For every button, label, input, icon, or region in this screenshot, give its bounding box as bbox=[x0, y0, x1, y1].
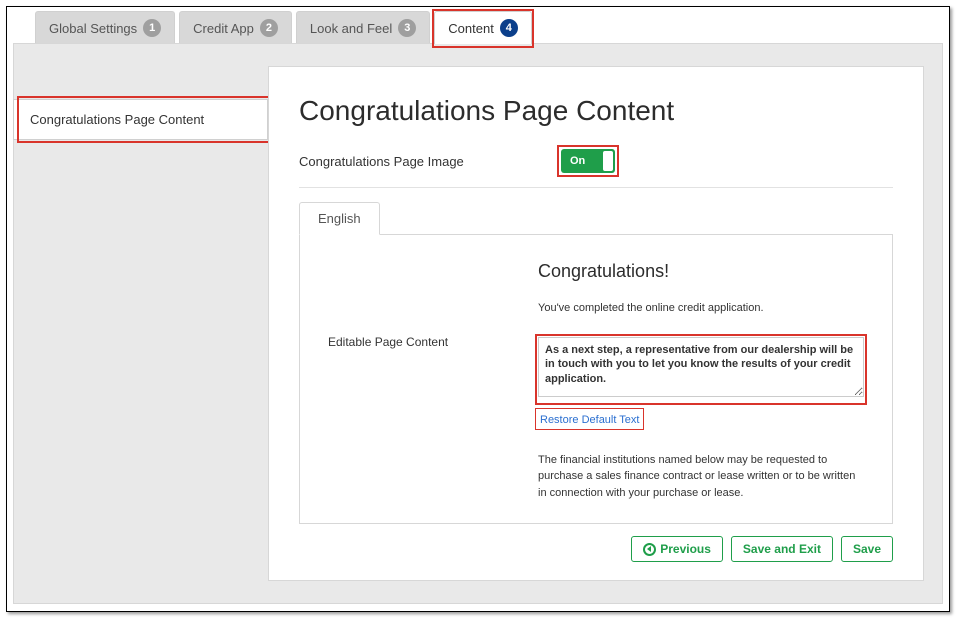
page-title: Congratulations Page Content bbox=[299, 95, 893, 127]
tab-look-and-feel[interactable]: Look and Feel 3 bbox=[296, 11, 430, 44]
preview-heading: Congratulations! bbox=[538, 261, 864, 282]
content-panel: Congratulations Page Content Congratulat… bbox=[268, 66, 924, 581]
tab-label: Content bbox=[448, 21, 494, 36]
toggle-state-label: On bbox=[570, 155, 585, 167]
app-frame: Global Settings 1 Credit App 2 Look and … bbox=[6, 6, 950, 612]
button-label: Save and Exit bbox=[743, 542, 821, 556]
tab-label: Look and Feel bbox=[310, 21, 392, 36]
tab-label: Credit App bbox=[193, 21, 254, 36]
arrow-left-circle-icon bbox=[643, 543, 656, 556]
preview-intro: You've completed the online credit appli… bbox=[538, 300, 864, 317]
action-bar: Previous Save and Exit Save bbox=[299, 536, 893, 562]
button-label: Previous bbox=[660, 542, 711, 556]
field-label: Editable Page Content bbox=[328, 261, 538, 501]
button-label: Save bbox=[853, 542, 881, 556]
divider bbox=[299, 187, 893, 188]
step-badge: 3 bbox=[398, 19, 416, 37]
setting-label: Congratulations Page Image bbox=[299, 154, 561, 169]
previous-button[interactable]: Previous bbox=[631, 536, 723, 562]
preview-footer: The financial institutions named below m… bbox=[538, 452, 864, 502]
save-and-exit-button[interactable]: Save and Exit bbox=[731, 536, 833, 562]
step-badge: 1 bbox=[143, 19, 161, 37]
setting-row-image-toggle: Congratulations Page Image On bbox=[299, 149, 893, 173]
toggle-congratulations-image[interactable]: On bbox=[561, 149, 615, 173]
tab-label: English bbox=[318, 211, 361, 226]
tab-content[interactable]: Content 4 bbox=[434, 11, 532, 44]
save-button[interactable]: Save bbox=[841, 536, 893, 562]
toggle-knob bbox=[603, 151, 613, 171]
tab-global-settings[interactable]: Global Settings 1 bbox=[35, 11, 175, 44]
wizard-tabs: Global Settings 1 Credit App 2 Look and … bbox=[7, 7, 949, 44]
tab-credit-app[interactable]: Credit App 2 bbox=[179, 11, 292, 44]
main-area: Congratulations Page Content Congratulat… bbox=[13, 43, 943, 604]
tab-label: Global Settings bbox=[49, 21, 137, 36]
restore-default-text-link[interactable]: Restore Default Text bbox=[538, 413, 641, 427]
language-tabs: English bbox=[299, 202, 893, 235]
step-badge: 2 bbox=[260, 19, 278, 37]
sidebar: Congratulations Page Content bbox=[14, 44, 268, 603]
editable-content-textarea[interactable] bbox=[538, 337, 864, 397]
sidebar-item-congratulations[interactable]: Congratulations Page Content bbox=[13, 99, 268, 140]
language-panel: Editable Page Content Congratulations! Y… bbox=[299, 234, 893, 524]
tab-english[interactable]: English bbox=[299, 202, 380, 235]
step-badge: 4 bbox=[500, 19, 518, 37]
sidebar-item-label: Congratulations Page Content bbox=[30, 112, 204, 127]
